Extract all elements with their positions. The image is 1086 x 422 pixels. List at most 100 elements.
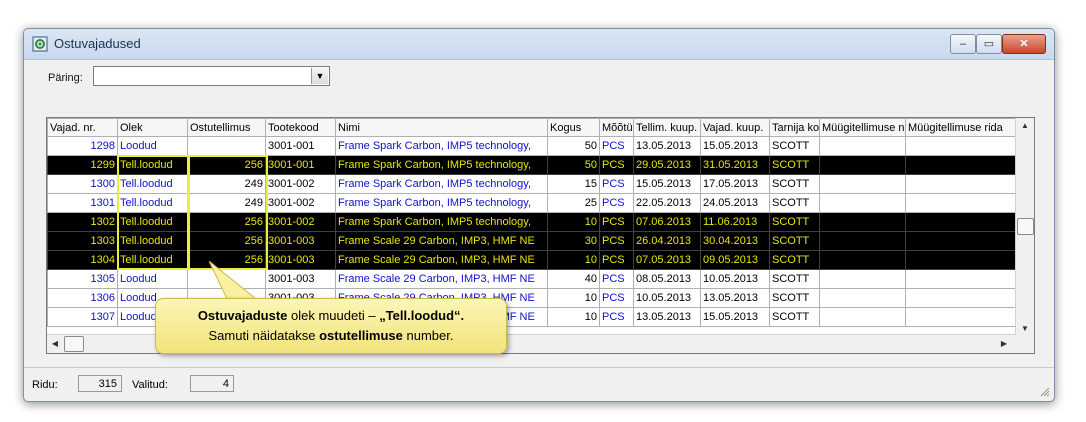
- title-bar[interactable]: Ostuvajadused – ▭ ✕: [24, 29, 1054, 60]
- table-row[interactable]: 1298 Loodud 3001-001 Frame Spark Carbon, IM…: [47, 136, 1017, 156]
- query-dropdown[interactable]: ▼: [93, 66, 330, 86]
- cell-muugitellimuse-rida[interactable]: [905, 174, 1017, 194]
- cell-vajad-kuup[interactable]: 13.05.2013: [700, 288, 770, 308]
- column-header-tootekood[interactable]: Tootekood: [265, 118, 336, 137]
- cell-muugitellimuse-rida[interactable]: [905, 193, 1017, 213]
- cell-olek[interactable]: Tell.loodud: [117, 155, 188, 175]
- table-row[interactable]: 1303 Tell.loodud 256 3001-003 Frame Scale 29…: [47, 231, 1017, 251]
- column-header-nimi[interactable]: Nimi: [335, 118, 548, 137]
- cell-vajad-kuup[interactable]: 30.04.2013: [700, 231, 770, 251]
- cell-ostutellimus[interactable]: 256: [187, 212, 266, 232]
- vertical-scrollbar[interactable]: ▲ ▼: [1015, 118, 1034, 337]
- cell-tootekood[interactable]: 3001-002: [265, 193, 336, 213]
- cell-mootuhik[interactable]: PCS: [599, 250, 634, 270]
- cell-kogus[interactable]: 10: [547, 307, 600, 327]
- cell-mootuhik[interactable]: PCS: [599, 136, 634, 156]
- cell-vajad-kuup[interactable]: 15.05.2013: [700, 307, 770, 327]
- cell-muugitellimuse-rida[interactable]: [905, 288, 1017, 308]
- cell-olek[interactable]: Loodud: [117, 136, 188, 156]
- cell-nimi[interactable]: Frame Scale 29 Carbon, IMP3, HMF NE: [335, 250, 548, 270]
- cell-tellim-kuup[interactable]: 13.05.2013: [633, 307, 701, 327]
- cell-vajad-kuup[interactable]: 11.06.2013: [700, 212, 770, 232]
- cell-nimi[interactable]: Frame Spark Carbon, IMP5 technology,: [335, 193, 548, 213]
- cell-nimi[interactable]: Frame Scale 29 Carbon, IMP3, HMF NE: [335, 269, 548, 289]
- cell-muugitellimuse-rida[interactable]: [905, 155, 1017, 175]
- cell-vajad-nr[interactable]: 1303: [47, 231, 118, 251]
- cell-vajad-nr[interactable]: 1298: [47, 136, 118, 156]
- cell-tarnija-kood[interactable]: SCOTT: [769, 174, 820, 194]
- cell-kogus[interactable]: 30: [547, 231, 600, 251]
- cell-tarnija-kood[interactable]: SCOTT: [769, 155, 820, 175]
- cell-vajad-kuup[interactable]: 31.05.2013: [700, 155, 770, 175]
- minimize-button[interactable]: –: [950, 34, 976, 54]
- cell-tarnija-kood[interactable]: SCOTT: [769, 193, 820, 213]
- cell-muugitellimuse-nr[interactable]: [819, 288, 906, 308]
- cell-olek[interactable]: Tell.loodud: [117, 231, 188, 251]
- cell-vajad-nr[interactable]: 1301: [47, 193, 118, 213]
- cell-ostutellimus[interactable]: 249: [187, 193, 266, 213]
- cell-tarnija-kood[interactable]: SCOTT: [769, 212, 820, 232]
- cell-vajad-kuup[interactable]: 15.05.2013: [700, 136, 770, 156]
- cell-tootekood[interactable]: 3001-003: [265, 250, 336, 270]
- cell-muugitellimuse-rida[interactable]: [905, 231, 1017, 251]
- column-header-tellim-kuup[interactable]: Tellim. kuup.: [633, 118, 701, 137]
- scroll-right-icon[interactable]: ▶: [996, 335, 1012, 353]
- vertical-scroll-thumb[interactable]: [1017, 218, 1034, 235]
- cell-muugitellimuse-nr[interactable]: [819, 174, 906, 194]
- cell-ostutellimus[interactable]: 249: [187, 174, 266, 194]
- cell-tarnija-kood[interactable]: SCOTT: [769, 288, 820, 308]
- cell-ostutellimus[interactable]: 256: [187, 155, 266, 175]
- cell-mootuhik[interactable]: PCS: [599, 212, 634, 232]
- cell-vajad-nr[interactable]: 1307: [47, 307, 118, 327]
- cell-mootuhik[interactable]: PCS: [599, 269, 634, 289]
- cell-ostutellimus[interactable]: 256: [187, 231, 266, 251]
- cell-olek[interactable]: Tell.loodud: [117, 212, 188, 232]
- scroll-up-icon[interactable]: ▲: [1016, 118, 1034, 134]
- cell-nimi[interactable]: Frame Spark Carbon, IMP5 technology,: [335, 136, 548, 156]
- cell-kogus[interactable]: 40: [547, 269, 600, 289]
- cell-tootekood[interactable]: 3001-001: [265, 155, 336, 175]
- cell-vajad-nr[interactable]: 1306: [47, 288, 118, 308]
- cell-vajad-nr[interactable]: 1305: [47, 269, 118, 289]
- cell-mootuhik[interactable]: PCS: [599, 288, 634, 308]
- cell-olek[interactable]: Loodud: [117, 269, 188, 289]
- column-header-mootuhik[interactable]: Mõõtühik: [599, 118, 634, 137]
- cell-olek[interactable]: Tell.loodud: [117, 193, 188, 213]
- cell-tarnija-kood[interactable]: SCOTT: [769, 231, 820, 251]
- resize-grip-icon[interactable]: [1040, 387, 1050, 397]
- cell-mootuhik[interactable]: PCS: [599, 231, 634, 251]
- cell-mootuhik[interactable]: PCS: [599, 307, 634, 327]
- cell-muugitellimuse-rida[interactable]: [905, 212, 1017, 232]
- column-header-muugitellimuse-nr[interactable]: Müügitellimuse nr: [819, 118, 906, 137]
- cell-tarnija-kood[interactable]: SCOTT: [769, 269, 820, 289]
- cell-vajad-nr[interactable]: 1304: [47, 250, 118, 270]
- cell-kogus[interactable]: 25: [547, 193, 600, 213]
- cell-tellim-kuup[interactable]: 08.05.2013: [633, 269, 701, 289]
- cell-mootuhik[interactable]: PCS: [599, 174, 634, 194]
- cell-nimi[interactable]: Frame Scale 29 Carbon, IMP3, HMF NE: [335, 231, 548, 251]
- column-header-muugitellimuse-rida[interactable]: Müügitellimuse rida: [905, 118, 1017, 137]
- cell-muugitellimuse-rida[interactable]: [905, 136, 1017, 156]
- cell-tellim-kuup[interactable]: 26.04.2013: [633, 231, 701, 251]
- cell-tellim-kuup[interactable]: 07.06.2013: [633, 212, 701, 232]
- column-header-vajad-nr[interactable]: Vajad. nr.: [47, 118, 118, 137]
- cell-muugitellimuse-rida[interactable]: [905, 269, 1017, 289]
- cell-tellim-kuup[interactable]: 15.05.2013: [633, 174, 701, 194]
- cell-vajad-nr[interactable]: 1300: [47, 174, 118, 194]
- cell-muugitellimuse-rida[interactable]: [905, 307, 1017, 327]
- cell-vajad-nr[interactable]: 1299: [47, 155, 118, 175]
- column-header-olek[interactable]: Olek: [117, 118, 188, 137]
- table-row[interactable]: 1299 Tell.loodud 256 3001-001 Frame Spark Ca…: [47, 155, 1017, 175]
- cell-nimi[interactable]: Frame Spark Carbon, IMP5 technology,: [335, 155, 548, 175]
- close-button[interactable]: ✕: [1002, 34, 1046, 54]
- cell-muugitellimuse-nr[interactable]: [819, 155, 906, 175]
- cell-tellim-kuup[interactable]: 07.05.2013: [633, 250, 701, 270]
- cell-tarnija-kood[interactable]: SCOTT: [769, 307, 820, 327]
- cell-nimi[interactable]: Frame Spark Carbon, IMP5 technology,: [335, 212, 548, 232]
- cell-muugitellimuse-nr[interactable]: [819, 250, 906, 270]
- cell-muugitellimuse-nr[interactable]: [819, 212, 906, 232]
- cell-vajad-kuup[interactable]: 24.05.2013: [700, 193, 770, 213]
- cell-muugitellimuse-nr[interactable]: [819, 269, 906, 289]
- cell-kogus[interactable]: 50: [547, 136, 600, 156]
- horizontal-scroll-thumb[interactable]: [64, 336, 84, 352]
